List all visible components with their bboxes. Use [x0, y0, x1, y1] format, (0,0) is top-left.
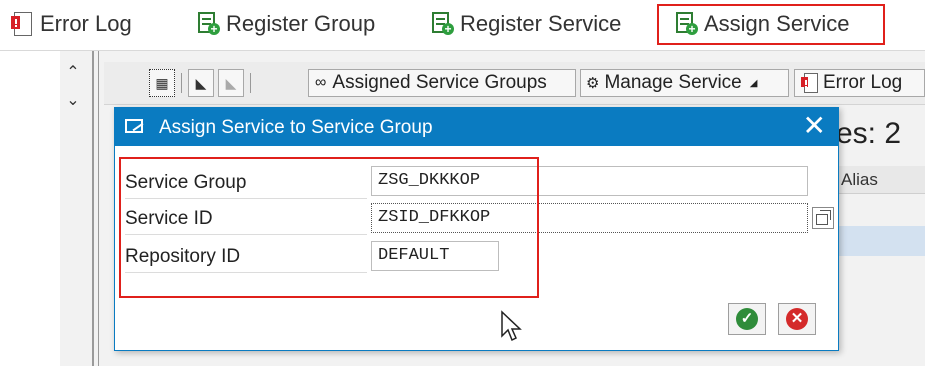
glasses-icon: ∞ — [315, 74, 327, 91]
details-icon[interactable]: ▦ — [149, 69, 175, 97]
top-toolbar: Error Log + Register Group + Register Se… — [0, 0, 925, 51]
find-next-icon: ◣ — [218, 69, 244, 97]
error-log-inner-label: Error Log — [823, 72, 903, 93]
error-log-label: Error Log — [40, 11, 132, 36]
gear-icon: ⚙ — [586, 75, 600, 92]
assign-service-highlight — [657, 4, 885, 45]
background-title: es: 2 — [836, 117, 902, 150]
manage-service-dropdown[interactable]: ⚙ Manage Service ◢ — [580, 69, 789, 97]
cancel-x-icon: ✕ — [786, 308, 808, 330]
error-log-inner-button[interactable]: Error Log — [794, 69, 925, 97]
toolbar-separator — [250, 73, 251, 93]
register-service-label: Register Service — [460, 11, 622, 36]
close-icon[interactable]: ✕ — [803, 110, 826, 142]
error-log-icon — [800, 72, 818, 94]
manage-service-label: Manage Service — [604, 72, 742, 93]
error-log-button[interactable]: Error Log — [10, 8, 132, 40]
register-service-button[interactable]: + Register Service — [430, 8, 621, 40]
register-group-icon: + — [196, 11, 220, 37]
splitter[interactable] — [92, 51, 94, 366]
table-row[interactable] — [836, 226, 925, 256]
left-panel — [0, 51, 61, 366]
inner-toolbar: ▦ ◣ ◣ ∞ Assigned Service Groups ⚙ Manage… — [104, 62, 925, 105]
chevron-down-icon[interactable]: ⌄ — [63, 90, 83, 110]
check-icon: ✓ — [736, 308, 758, 330]
toolbar-separator — [181, 73, 182, 93]
find-binoculars-icon[interactable]: ◣ — [188, 69, 214, 97]
chevron-up-icon[interactable]: ⌃ — [63, 62, 83, 82]
assign-service-dialog: Assign Service to Service Group ✕ Servic… — [114, 107, 839, 351]
edit-window-icon — [125, 119, 143, 133]
register-group-button[interactable]: + Register Group — [196, 8, 375, 40]
dropdown-caret-icon: ◢ — [749, 77, 758, 89]
mouse-pointer-icon — [501, 310, 522, 342]
fields-highlight — [119, 157, 539, 298]
dialog-title: Assign Service to Service Group — [159, 117, 433, 138]
value-help-icon[interactable] — [812, 207, 834, 229]
alias-column-header[interactable]: Alias — [836, 166, 925, 194]
register-group-label: Register Group — [226, 11, 376, 36]
cancel-button[interactable]: ✕ — [778, 303, 816, 335]
error-log-icon — [10, 11, 34, 37]
assigned-service-groups-button[interactable]: ∞ Assigned Service Groups — [308, 69, 576, 97]
splitter-edge — [98, 51, 99, 366]
confirm-button[interactable]: ✓ — [728, 303, 766, 335]
dialog-titlebar[interactable]: Assign Service to Service Group ✕ — [115, 108, 838, 146]
assigned-service-groups-label: Assigned Service Groups — [332, 72, 547, 93]
register-service-icon: + — [430, 11, 454, 37]
